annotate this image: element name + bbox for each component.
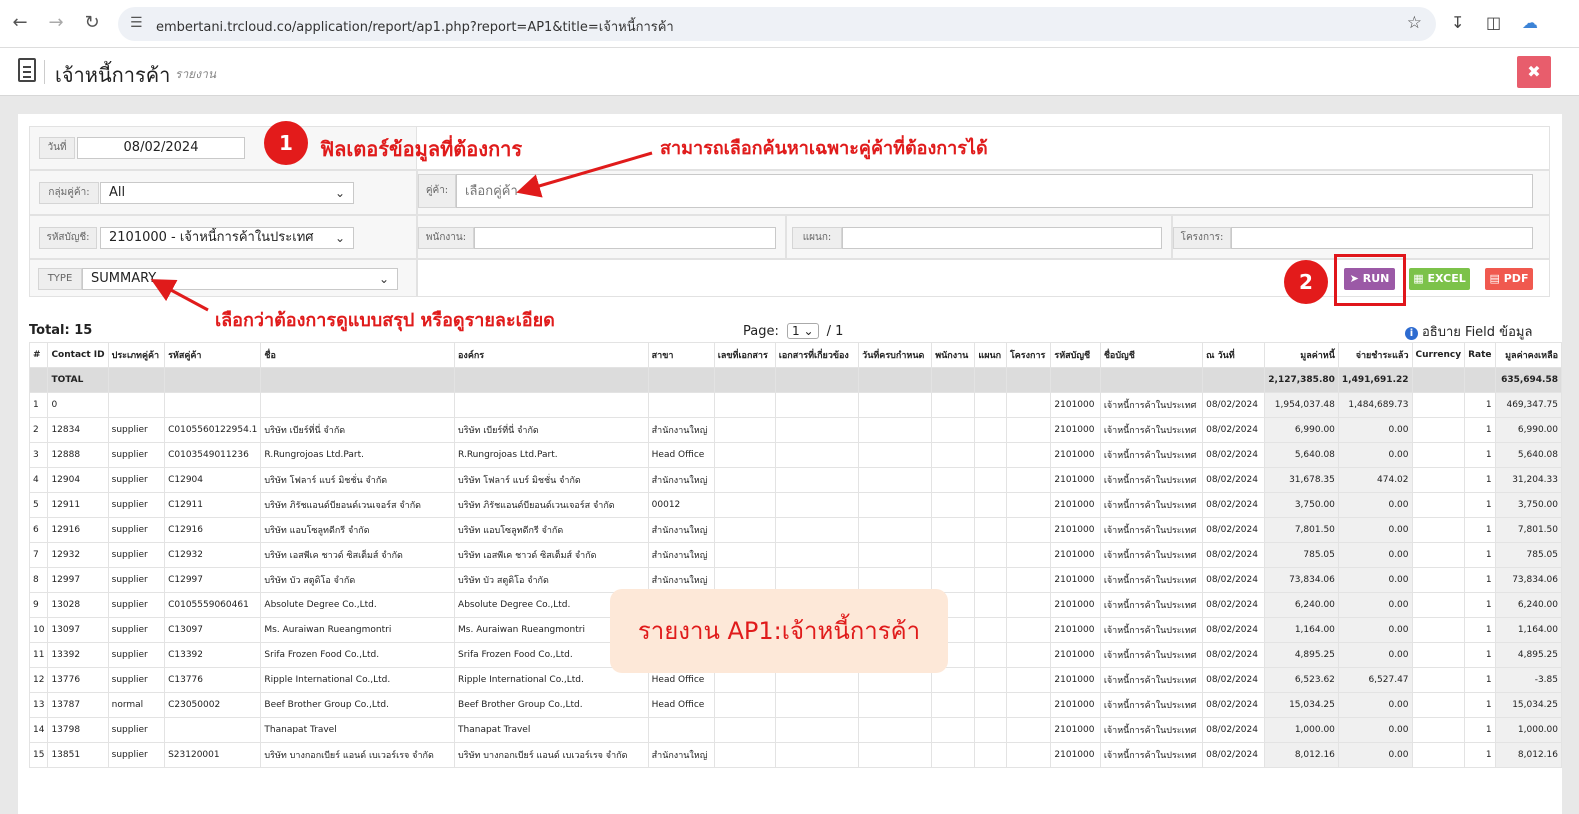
annotation-arrows [150, 151, 653, 312]
type-arrow [150, 279, 209, 312]
report-title-overlay: รายงาน AP1:เจ้าหนี้การค้า [610, 589, 948, 673]
partner-arrow [516, 151, 653, 198]
